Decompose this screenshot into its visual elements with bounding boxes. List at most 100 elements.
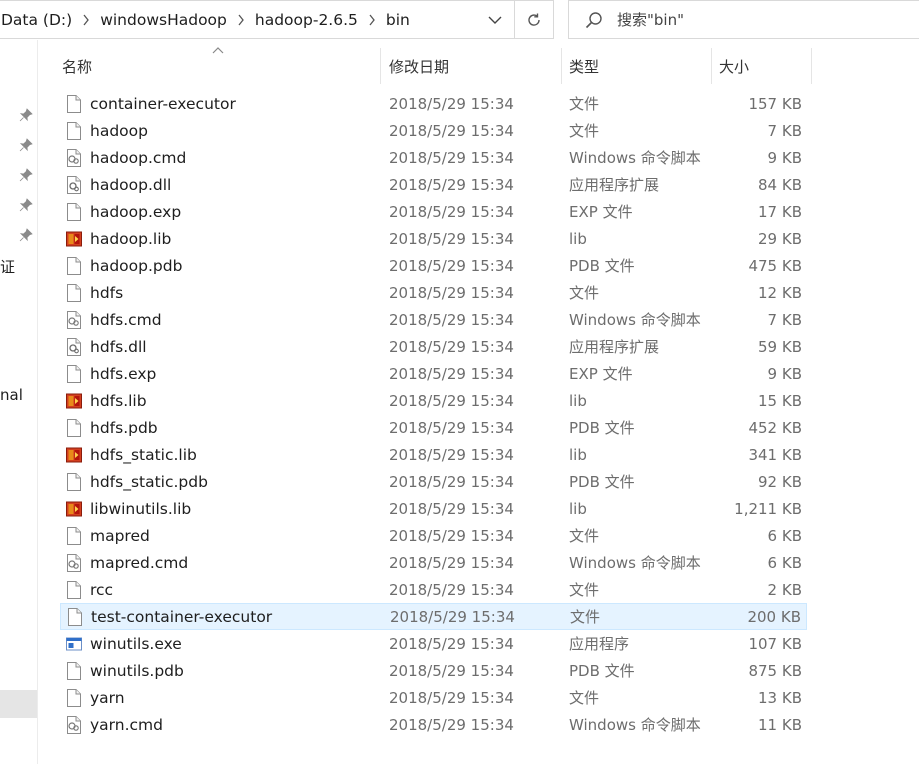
file-type: Windows 命令脚本 (569, 554, 701, 572)
chevron-right-icon[interactable] (358, 14, 386, 26)
file-row[interactable]: test-container-executor 2018/5/29 15:34 文件… (60, 603, 807, 630)
file-row[interactable]: mapred 2018/5/29 15:34 文件 6 KB (60, 522, 807, 549)
file-row[interactable]: hdfs_static.lib 2018/5/29 15:34 lib 341 KB (60, 441, 807, 468)
file-row[interactable]: yarn.cmd 2018/5/29 15:34 Windows 命令脚本 11 KB (60, 711, 807, 738)
file-name[interactable]: hdfs_static.pdb (90, 473, 208, 491)
pin-icon[interactable] (19, 138, 33, 152)
file-size: 15 KB (758, 391, 802, 410)
chevron-right-icon[interactable] (227, 14, 255, 26)
file-modified-date: 2018/5/29 15:34 (389, 472, 514, 491)
file-row[interactable]: libwinutils.lib 2018/5/29 15:34 lib 1,211 K… (60, 495, 807, 522)
file-icon (66, 121, 82, 140)
file-name[interactable]: hdfs (90, 284, 123, 302)
lib-icon (66, 500, 82, 518)
file-row[interactable]: hdfs 2018/5/29 15:34 文件 12 KB (60, 279, 807, 306)
file-name[interactable]: hadoop (90, 122, 148, 140)
file-row[interactable]: hadoop.pdb 2018/5/29 15:34 PDB 文件 475 KB (60, 252, 807, 279)
file-size: 2 KB (767, 580, 802, 599)
file-name[interactable]: libwinutils.lib (90, 500, 191, 518)
dll-icon (66, 175, 82, 194)
file-row[interactable]: mapred.cmd 2018/5/29 15:34 Windows 命令脚本 6 K… (60, 549, 807, 576)
nav-item-fragment[interactable]: nal (0, 386, 23, 404)
file-name[interactable]: hdfs.dll (90, 338, 147, 356)
breadcrumb-windowshadoop[interactable]: windowsHadoop (100, 11, 227, 29)
file-name[interactable]: hdfs.pdb (90, 419, 158, 437)
file-row[interactable]: hdfs.pdb 2018/5/29 15:34 PDB 文件 452 KB (60, 414, 807, 441)
file-name[interactable]: hdfs.cmd (90, 311, 162, 329)
address-bar[interactable]: Data (D:) windowsHadoop hadoop-2.6.5 bin (0, 0, 554, 39)
file-row[interactable]: container-executor 2018/5/29 15:34 文件 157 K… (60, 90, 807, 117)
pin-icon[interactable] (19, 168, 33, 182)
file-type: lib (569, 445, 587, 464)
pin-icon[interactable] (19, 228, 33, 242)
file-name[interactable]: test-container-executor (91, 608, 272, 626)
file-name[interactable]: winutils.pdb (90, 662, 184, 680)
file-type: PDB 文件 (569, 662, 635, 680)
file-name[interactable]: hadoop.cmd (90, 149, 186, 167)
file-size: 157 KB (748, 94, 802, 113)
file-name[interactable]: mapred.cmd (90, 554, 188, 572)
file-name[interactable]: yarn.cmd (90, 716, 163, 734)
file-name[interactable]: hdfs.exp (90, 365, 156, 383)
file-modified-date: 2018/5/29 15:34 (389, 526, 514, 545)
file-name[interactable]: hadoop.dll (90, 176, 171, 194)
file-modified-date: 2018/5/29 15:34 (389, 715, 514, 734)
file-row[interactable]: hadoop.lib 2018/5/29 15:34 lib 29 KB (60, 225, 807, 252)
column-header-type[interactable]: 类型 (561, 48, 711, 84)
file-row[interactable]: winutils.exe 2018/5/29 15:34 应用程序 107 KB (60, 630, 807, 657)
search-box[interactable]: 搜索"bin" (568, 0, 919, 39)
file-type: Windows 命令脚本 (569, 311, 701, 329)
file-name[interactable]: hadoop.pdb (90, 257, 182, 275)
nav-item-selected[interactable] (0, 690, 37, 718)
file-row[interactable]: hadoop.dll 2018/5/29 15:34 应用程序扩展 84 KB (60, 171, 807, 198)
file-row[interactable]: hadoop 2018/5/29 15:34 文件 7 KB (60, 117, 807, 144)
file-icon (66, 580, 82, 599)
file-name[interactable]: hdfs.lib (90, 392, 147, 410)
file-row[interactable]: hdfs_static.pdb 2018/5/29 15:34 PDB 文件 92 K… (60, 468, 807, 495)
file-row[interactable]: hdfs.dll 2018/5/29 15:34 应用程序扩展 59 KB (60, 333, 807, 360)
file-name[interactable]: yarn (90, 689, 125, 707)
breadcrumb-drive[interactable]: Data (D:) (1, 11, 72, 29)
file-name[interactable]: rcc (90, 581, 113, 599)
cmd-icon (66, 148, 82, 167)
column-divider[interactable] (811, 48, 812, 84)
file-name[interactable]: hdfs_static.lib (90, 446, 197, 464)
file-row[interactable]: hadoop.exp 2018/5/29 15:34 EXP 文件 17 KB (60, 198, 807, 225)
exe-icon (66, 635, 82, 653)
file-name[interactable]: mapred (90, 527, 150, 545)
pin-icon[interactable] (19, 198, 33, 212)
search-input[interactable]: 搜索"bin" (617, 9, 684, 30)
file-name[interactable]: container-executor (90, 95, 236, 113)
file-modified-date: 2018/5/29 15:34 (389, 391, 514, 410)
file-size: 7 KB (767, 121, 802, 140)
search-icon (585, 11, 602, 28)
file-row[interactable]: yarn 2018/5/29 15:34 文件 13 KB (60, 684, 807, 711)
file-size: 6 KB (767, 526, 802, 545)
refresh-button[interactable] (514, 1, 553, 38)
file-name[interactable]: hadoop.lib (90, 230, 171, 248)
column-header-date[interactable]: 修改日期 (381, 48, 561, 84)
breadcrumb-hadoop[interactable]: hadoop-2.6.5 (255, 11, 358, 29)
file-modified-date: 2018/5/29 15:34 (389, 553, 514, 572)
file-size: 7 KB (767, 310, 802, 329)
file-modified-date: 2018/5/29 15:34 (389, 310, 514, 329)
file-row[interactable]: rcc 2018/5/29 15:34 文件 2 KB (60, 576, 807, 603)
file-name[interactable]: winutils.exe (90, 635, 182, 653)
chevron-right-icon[interactable] (72, 14, 100, 26)
file-row[interactable]: hadoop.cmd 2018/5/29 15:34 Windows 命令脚本 9 K… (60, 144, 807, 171)
file-type: 文件 (569, 284, 600, 302)
column-header-name[interactable]: 名称 (54, 48, 380, 84)
file-modified-date: 2018/5/29 15:34 (389, 634, 514, 653)
file-type: Windows 命令脚本 (569, 716, 701, 734)
file-row[interactable]: hdfs.cmd 2018/5/29 15:34 Windows 命令脚本 7 KB (60, 306, 807, 333)
breadcrumb-bin[interactable]: bin (386, 11, 410, 29)
file-row[interactable]: hdfs.lib 2018/5/29 15:34 lib 15 KB (60, 387, 807, 414)
file-size: 1,211 KB (734, 499, 802, 518)
address-history-dropdown[interactable] (477, 1, 513, 38)
file-row[interactable]: winutils.pdb 2018/5/29 15:34 PDB 文件 875 KB (60, 657, 807, 684)
pin-icon[interactable] (19, 108, 33, 122)
file-row[interactable]: hdfs.exp 2018/5/29 15:34 EXP 文件 9 KB (60, 360, 807, 387)
file-name[interactable]: hadoop.exp (90, 203, 181, 221)
column-header-size[interactable]: 大小 (711, 48, 811, 84)
nav-item-fragment[interactable]: 证 (0, 256, 15, 277)
